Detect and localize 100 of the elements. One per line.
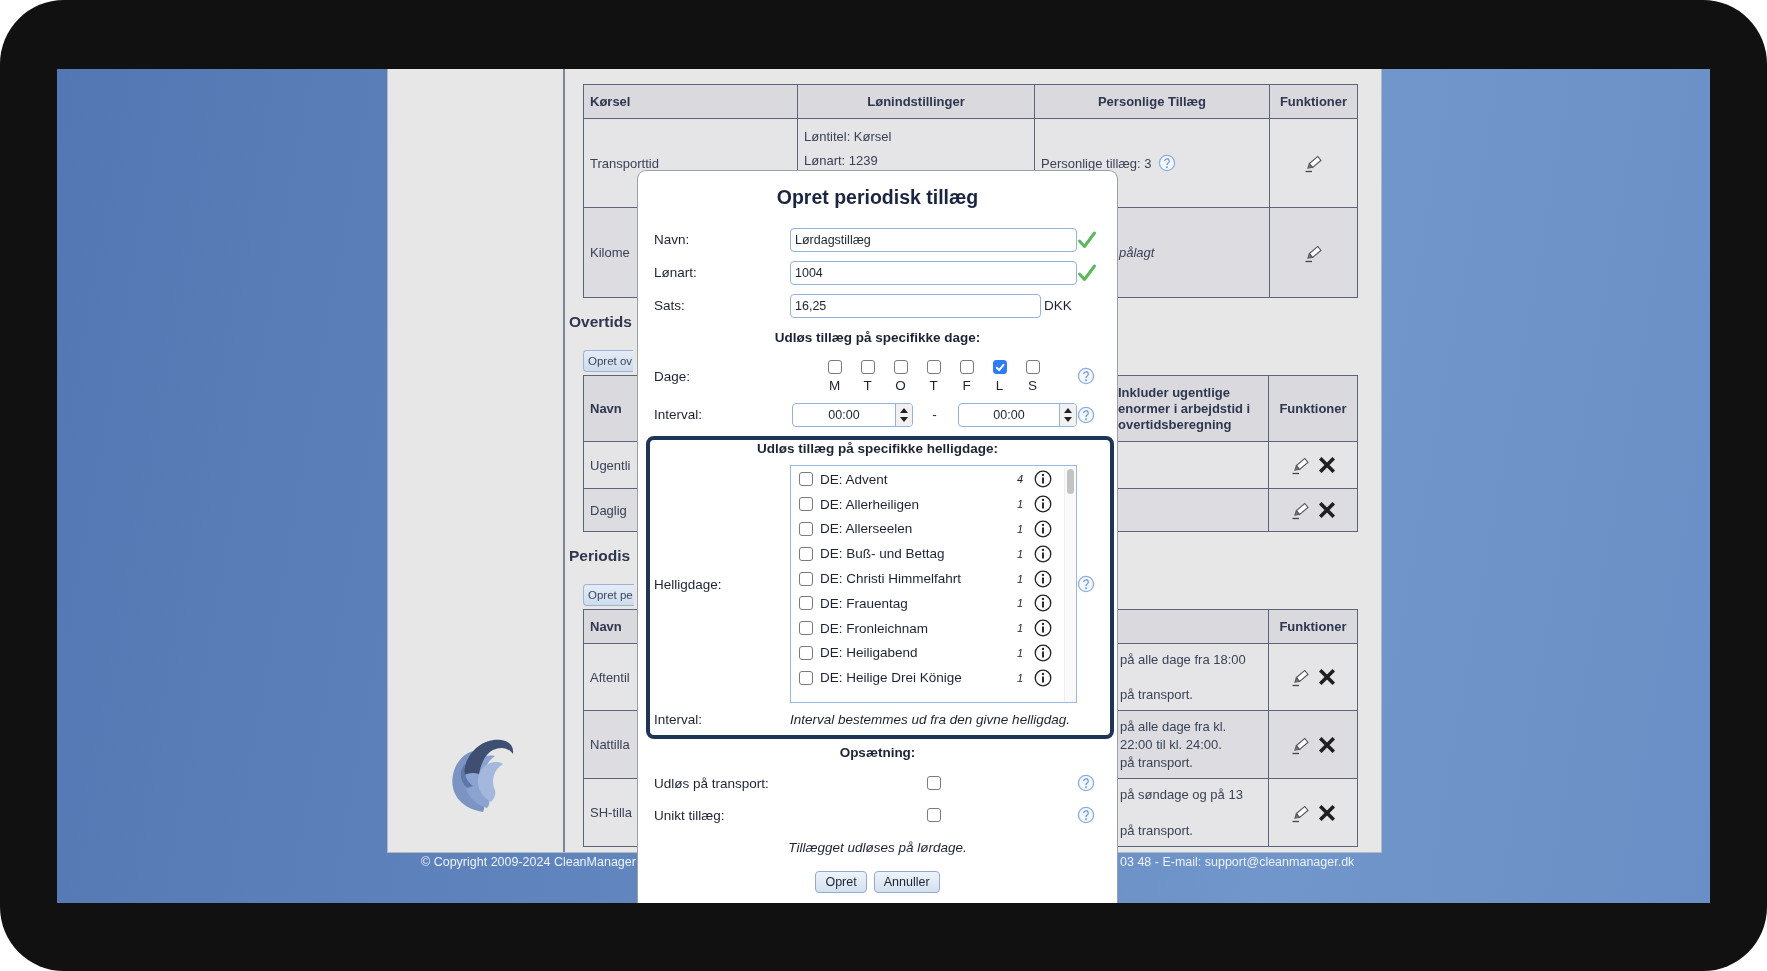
checkbox[interactable] [926, 808, 941, 822]
info-icon[interactable] [1034, 495, 1052, 514]
column-header: Kørsel [590, 94, 631, 109]
cell-text: på alle dage fra kl. [1120, 719, 1227, 734]
contact-text: 03 48 - E-mail: support@cleanmanager.dk [1120, 855, 1356, 869]
holiday-count: 1 [1015, 646, 1023, 659]
cell-text: Personlige tillæg: 3 [1041, 155, 1152, 171]
holiday-name: DE: Frauentag [820, 595, 909, 611]
cell-text: pålagt [1119, 245, 1155, 260]
row-name: Nattilla [590, 737, 630, 752]
info-icon[interactable] [1034, 569, 1052, 588]
help-icon[interactable] [1077, 367, 1095, 385]
pencil-icon[interactable] [1291, 667, 1311, 687]
checkbox[interactable] [1025, 360, 1040, 374]
column-header: Personlige Tillæg [1097, 94, 1207, 109]
checkbox[interactable] [799, 522, 813, 536]
cross-icon[interactable] [1319, 804, 1335, 821]
cross-icon[interactable] [1319, 457, 1335, 473]
copyright-text: © Copyright 2009-2024 CleanManager [421, 855, 637, 869]
interval-note: Interval bestemmes ud fra den givne helligdag. [790, 711, 1071, 727]
create-button[interactable]: Opret ov [583, 350, 634, 372]
holiday-name: DE: Fronleichnam [820, 620, 930, 636]
day-label: T [863, 378, 872, 394]
checkbox[interactable] [799, 670, 813, 685]
checkbox[interactable] [799, 546, 813, 561]
holiday-count: 1 [1015, 671, 1023, 684]
row-name: Ugentli [590, 457, 631, 473]
holiday-count: 1 [1015, 547, 1023, 560]
help-icon[interactable] [1077, 774, 1095, 792]
column-header: Funktioner [1279, 401, 1347, 416]
text-field[interactable]: 16,25 [790, 293, 1041, 318]
checkbox[interactable] [799, 472, 813, 487]
cell-text: på transport. [1120, 755, 1193, 770]
row-name: SH-tilla [590, 805, 632, 820]
checkbox[interactable] [799, 621, 813, 636]
row-name: Transporttid [590, 155, 659, 171]
holiday-count: 1 [1015, 572, 1023, 585]
info-icon[interactable] [1034, 619, 1052, 638]
checkbox[interactable] [860, 360, 875, 374]
holiday-name: DE: Heiligabend [820, 645, 919, 661]
stepper-icon[interactable] [895, 403, 912, 426]
create-button[interactable]: Opret pe [583, 584, 634, 606]
time-field[interactable]: 00:00 [958, 402, 1077, 427]
time-field[interactable]: 00:00 [792, 402, 913, 427]
info-icon[interactable] [1034, 544, 1052, 563]
text-field[interactable]: Lørdagstillæg [790, 227, 1077, 252]
help-icon[interactable] [1157, 154, 1176, 172]
checkbox[interactable] [926, 360, 941, 374]
text-field[interactable]: 1004 [790, 260, 1077, 285]
row-name: Aftentil [590, 669, 630, 685]
checkbox[interactable] [799, 571, 813, 586]
checkbox[interactable] [926, 776, 941, 790]
field-label: Sats: [654, 298, 686, 313]
info-icon[interactable] [1034, 594, 1052, 613]
field-label: Interval: [654, 711, 704, 727]
holiday-name: DE: Advent [820, 471, 889, 487]
day-label: F [962, 378, 971, 394]
holiday-count: 4 [1015, 473, 1023, 486]
stepper-icon[interactable] [1059, 403, 1076, 426]
scrollbar-thumb[interactable] [1067, 469, 1074, 494]
pencil-icon[interactable] [1291, 500, 1311, 520]
cross-icon[interactable] [1319, 502, 1335, 518]
checkbox[interactable] [827, 360, 842, 374]
section-heading: Periodis [569, 546, 631, 566]
dialog-button[interactable]: Annuller [873, 871, 940, 893]
pencil-icon[interactable] [1291, 455, 1311, 475]
holiday-count: 1 [1015, 622, 1023, 635]
info-icon[interactable] [1034, 520, 1052, 538]
dialog-button[interactable]: Opret [815, 871, 867, 893]
checkbox[interactable] [992, 360, 1007, 374]
cross-icon[interactable] [1319, 736, 1335, 753]
checkbox[interactable] [799, 596, 813, 611]
field-label: Navn: [654, 232, 691, 247]
holiday-count: 1 [1015, 597, 1023, 610]
checkbox[interactable] [893, 360, 908, 374]
checkbox[interactable] [799, 497, 813, 512]
info-icon[interactable] [1034, 643, 1052, 662]
day-label: T [929, 378, 938, 394]
field-label: Interval: [654, 407, 704, 422]
checkbox[interactable] [799, 645, 813, 660]
field-label: Dage: [654, 368, 692, 384]
section-heading: Overtids [569, 312, 632, 332]
cell-text: Løntitel: Kørsel [804, 128, 892, 146]
holiday-name: DE: Allerseelen [820, 521, 914, 537]
holiday-name: DE: Heilige Drei Könige [820, 670, 963, 686]
cell-text: på alle dage fra 18:00 [1120, 652, 1246, 667]
info-icon[interactable] [1034, 668, 1052, 687]
help-icon[interactable] [1077, 575, 1095, 593]
checkbox[interactable] [959, 360, 974, 374]
help-icon[interactable] [1077, 806, 1095, 824]
cross-icon[interactable] [1319, 669, 1335, 685]
info-icon[interactable] [1034, 470, 1052, 489]
day-label: M [828, 378, 841, 394]
section-heading: Udløs tillæg på specifikke helligdage: [757, 441, 998, 457]
cell-text: på transport. [1120, 687, 1193, 702]
cell-text: på transport. [1120, 823, 1193, 838]
field-label: Helligdage: [654, 576, 723, 592]
pencil-icon[interactable] [1303, 153, 1324, 173]
field-label: Udløs på transport: [654, 775, 770, 791]
field-label: Lønart: [654, 265, 698, 280]
